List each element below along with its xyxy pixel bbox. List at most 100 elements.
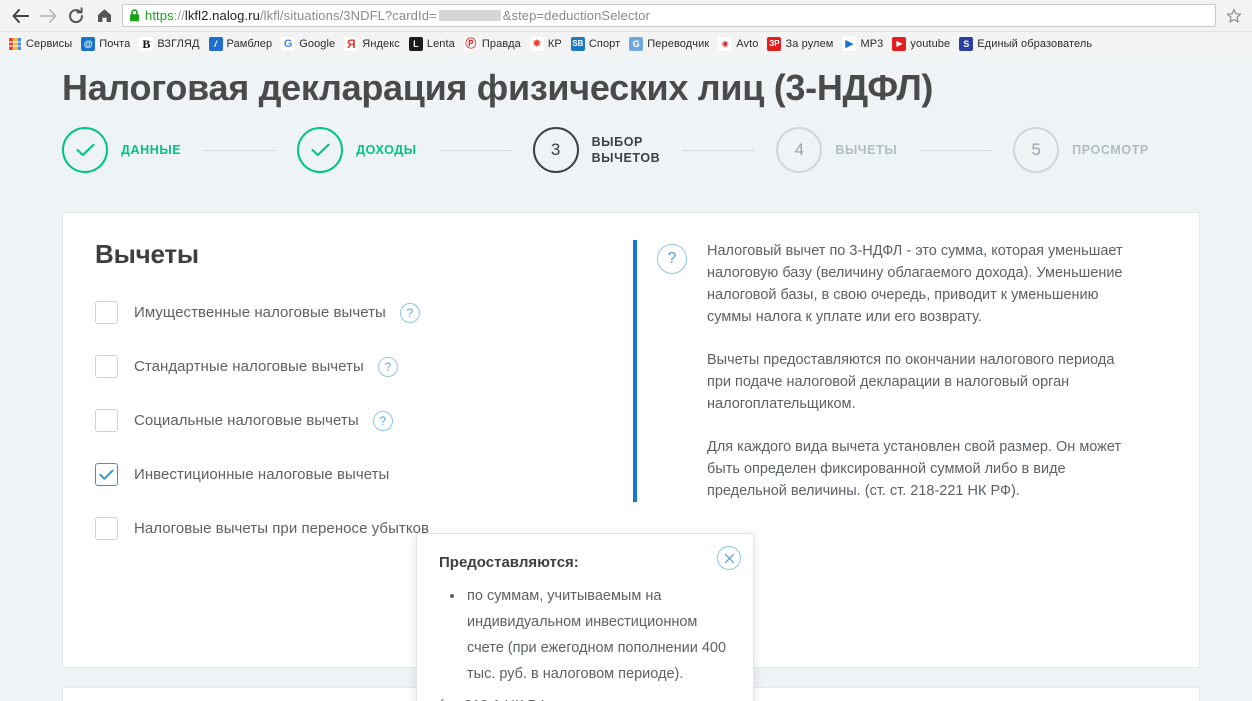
stepper-step-label: ПРОСМОТР [1072,143,1149,157]
url-scheme: https [145,8,174,23]
step-number: 5 [1013,127,1060,173]
bookmark-item[interactable]: ◉ Avto [715,34,763,54]
bookmark-label: Почта [99,38,131,50]
bookmark-item[interactable]: @ Почта [78,34,135,54]
translate-icon: G [629,37,644,51]
bookmark-item[interactable]: L Lenta [406,34,460,54]
deduction-label: Инвестиционные налоговые вычеты [134,466,390,483]
pravda-icon: Ⓟ [463,37,478,51]
bookmark-label: КР [547,38,562,50]
stepper-step-2[interactable]: ДОХОДЫ [297,127,416,173]
checkbox-checked[interactable] [95,463,118,486]
step-check-icon [297,127,344,173]
stepper-step-1[interactable]: ДАННЫЕ [62,127,181,173]
bookmark-item[interactable]: Ⓟ Правда [461,34,526,54]
reload-icon[interactable] [62,3,90,29]
checkbox-unchecked[interactable] [95,301,118,324]
stepper-step-5[interactable]: 5 ПРОСМОТР [1013,127,1149,173]
bookmark-item[interactable]: / Рамблер [206,34,278,54]
yandex-icon: Я [344,37,359,51]
vzglyad-icon: B [139,37,154,51]
bookmark-label: MP3 [860,38,884,50]
bookmark-item[interactable]: ▶ MP3 [839,34,888,54]
bookmark-item[interactable]: Я Яндекс [341,34,405,54]
deduction-label: Налоговые вычеты при переносе убытков [134,520,430,537]
investment-deduction-tooltip: Предоставляются: по суммам, учитываемым … [416,533,754,701]
section-title: Вычеты [95,239,199,269]
bookmark-label: Правда [481,38,521,50]
google-icon: G [281,37,296,51]
bookmark-item[interactable]: Сервисы [5,34,77,54]
step-number: 3 [532,127,579,173]
bookmark-label: Единый образователь [977,38,1093,50]
stepper-step-label: ДАННЫЕ [121,143,182,157]
page-content: Налоговая декларация физических лиц (3-Н… [0,57,1252,701]
deduction-label: Имущественные налоговые вычеты [134,304,386,321]
tooltip-title: Предоставляются: [439,554,579,571]
bookmark-item[interactable]: S Единый образователь [956,34,1097,54]
deduction-label: Стандартные налоговые вычеты [134,358,364,375]
bookmark-label: Рамблер [226,38,273,50]
stepper-step-label: ВЫЧЕТЫ [835,143,898,157]
page-title: Налоговая декларация физических лиц (3-Н… [62,67,934,108]
deductions-checkbox-list: Имущественные налоговые вычеты? Стандартн… [95,298,633,543]
stepper-step-3[interactable]: 3 ВЫБОР ВЫЧЕТОВ [532,127,661,173]
bookmark-item[interactable]: ✸ КР [527,34,567,54]
checkbox-unchecked[interactable] [95,355,118,378]
stepper-step-label: ДОХОДЫ [356,143,417,157]
bookmark-item[interactable]: B ВЗГЛЯД [136,34,204,54]
deduction-row[interactable]: Социальные налоговые вычеты? [95,406,633,435]
bookmark-label: Google [299,38,336,50]
avto-icon: ◉ [718,37,733,51]
browser-chrome: https://lkfl2.nalog.ru/lkfl/situations/3… [0,0,1252,56]
info-panel: ? Налоговый вычет по 3-НДФЛ - это сумма,… [633,240,1199,502]
url-text: https://lkfl2.nalog.ru/lkfl/situations/3… [145,8,650,23]
bookmark-label: Переводчик [647,38,710,50]
info-paragraph: Вычеты предоставляются по окончании нало… [707,352,1115,412]
stepper-step-label: ВЫБОР ВЫЧЕТОВ [591,135,661,165]
bookmark-item[interactable]: G Переводчик [626,34,714,54]
bookmark-label: Спорт [588,38,621,50]
url-path: /lkfl/situations/3NDFL?cardId= [259,8,437,23]
deduction-row[interactable]: Инвестиционные налоговые вычеты [95,460,633,489]
checkbox-unchecked[interactable] [95,409,118,432]
tooltip-footer: (ст. 219.1 НК РФ [439,695,731,701]
bookmark-label: Lenta [426,38,455,50]
bookmark-label: Яндекс [362,38,400,50]
progress-stepper: ДАННЫЕ ДОХОДЫ 3 ВЫБОР ВЫЧЕТОВ 4 ВЫЧЕТЫ 5 ПРОСМО… [0,111,1252,173]
deduction-row[interactable]: Стандартные налоговые вычеты? [95,352,633,381]
mail-icon: @ [81,37,96,51]
help-question-icon[interactable]: ? [399,302,420,323]
browser-toolbar: https://lkfl2.nalog.ru/lkfl/situations/3… [0,0,1252,31]
help-question-icon[interactable]: ? [372,410,393,431]
info-paragraph: Для каждого вида вычета установлен свой … [707,439,1122,499]
forward-arrow-icon[interactable] [34,3,62,29]
zarulem-icon: ЗР [767,37,782,51]
tooltip-bullet-list: по суммам, учитываемым на индивидуальном… [439,583,731,687]
close-icon[interactable] [717,546,741,570]
bookmark-item[interactable]: SB Спорт [568,34,625,54]
back-arrow-icon[interactable] [6,3,34,29]
lock-icon [129,9,140,22]
bookmark-label: За рулем [785,38,834,50]
mp3-icon: ▶ [842,37,857,51]
bookmark-item[interactable]: G Google [278,34,340,54]
address-bar[interactable]: https://lkfl2.nalog.ru/lkfl/situations/3… [122,4,1216,27]
checkbox-unchecked[interactable] [95,517,118,540]
step-connector [919,149,992,151]
url-redacted-card-id [438,10,501,21]
url-host: lkfl2.nalog.ru [184,8,260,23]
bookmark-label: Avto [736,38,759,50]
help-question-icon[interactable]: ? [377,356,398,377]
edu-icon: S [959,37,974,51]
stepper-step-4[interactable]: 4 ВЫЧЕТЫ [776,127,897,173]
deduction-label: Социальные налоговые вычеты [134,412,359,429]
bookmark-item[interactable]: ЗР За рулем [764,34,838,54]
apps-grid-icon [8,37,22,51]
deduction-row[interactable]: Имущественные налоговые вычеты? [95,298,633,327]
star-icon[interactable] [1222,4,1246,28]
youtube-icon: ▶ [892,37,907,51]
info-paragraph: Налоговый вычет по 3-НДФЛ - это сумма, к… [707,243,1123,325]
home-icon[interactable] [90,3,118,29]
bookmark-item[interactable]: ▶ youtube [889,34,955,54]
